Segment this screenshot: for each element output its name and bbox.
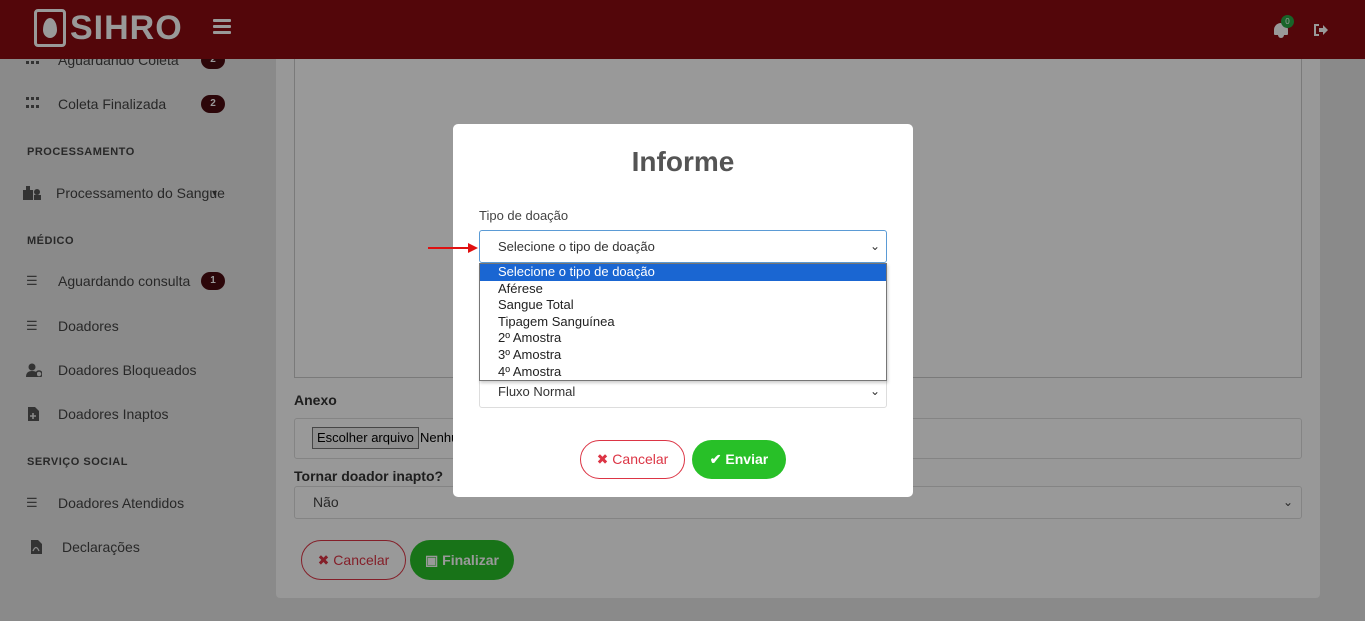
- modal-cancel-label: Cancelar: [612, 451, 669, 467]
- tipo-doacao-select[interactable]: Selecione o tipo de doação ⌄: [479, 230, 887, 263]
- tipo-selected-value: Selecione o tipo de doação: [498, 239, 655, 254]
- fluxo-selected-value: Fluxo Normal: [498, 384, 576, 399]
- option-tipagem-sanguinea[interactable]: Tipagem Sanguínea: [480, 314, 886, 331]
- chevron-down-icon: ⌄: [869, 239, 880, 253]
- option-sangue-total[interactable]: Sangue Total: [480, 297, 886, 314]
- option-selecione[interactable]: Selecione o tipo de doação: [480, 264, 886, 281]
- tipo-doacao-label: Tipo de doação: [479, 208, 569, 223]
- times-icon: ✖: [596, 451, 609, 467]
- modal-title: Informe: [631, 146, 735, 177]
- option-4-amostra[interactable]: 4º Amostra: [480, 364, 886, 381]
- modal-enviar-button[interactable]: ✔ Enviar: [692, 440, 786, 479]
- modal-enviar-label: Enviar: [725, 451, 769, 467]
- informe-modal: Informe Tipo de doação Selecione o tipo …: [453, 124, 913, 497]
- option-3-amostra[interactable]: 3º Amostra: [480, 347, 886, 364]
- check-icon: ✔: [709, 451, 722, 467]
- tipo-doacao-dropdown: Selecione o tipo de doação Aférese Sangu…: [479, 263, 887, 382]
- modal-cancel-button[interactable]: ✖ Cancelar: [580, 440, 685, 479]
- option-2-amostra[interactable]: 2º Amostra: [480, 330, 886, 347]
- option-aferese[interactable]: Aférese: [480, 281, 886, 298]
- red-arrow-icon: [428, 243, 478, 253]
